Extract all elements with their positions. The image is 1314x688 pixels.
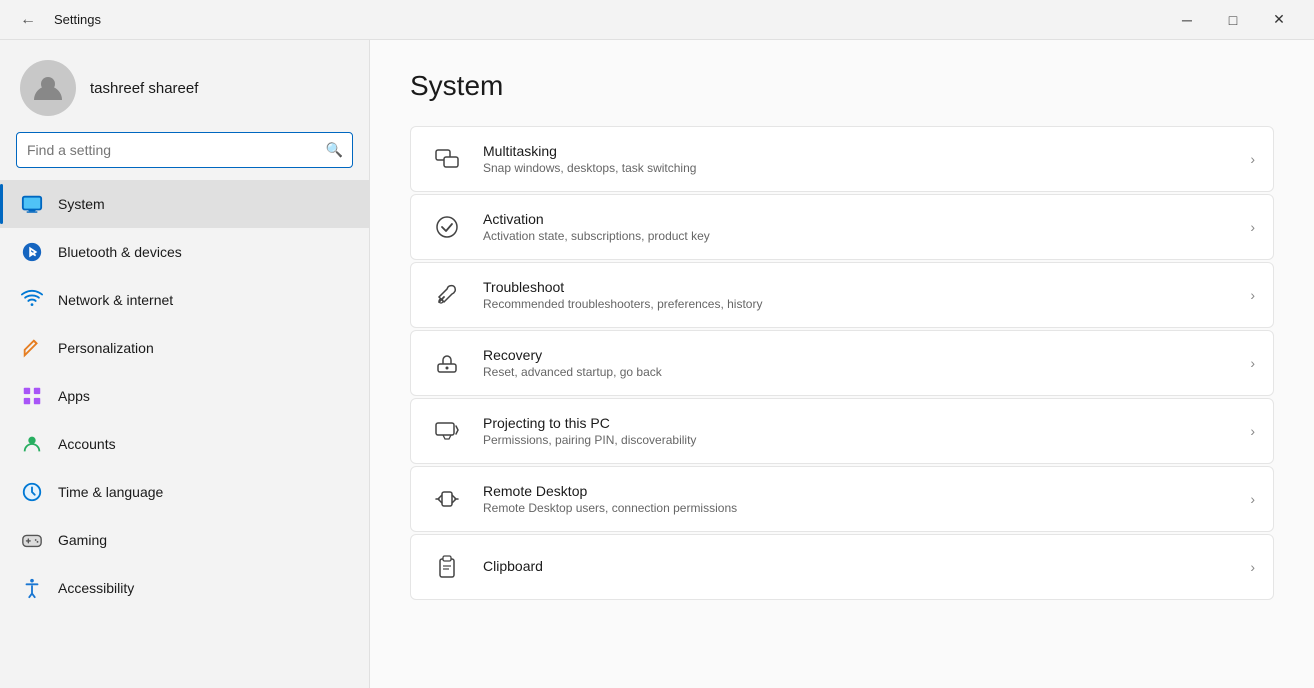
setting-title-recovery: Recovery	[483, 347, 1232, 363]
time-icon	[20, 480, 44, 504]
setting-text-recovery: Recovery Reset, advanced startup, go bac…	[483, 347, 1232, 379]
settings-list: Multitasking Snap windows, desktops, tas…	[410, 126, 1274, 600]
setting-text-multitasking: Multitasking Snap windows, desktops, tas…	[483, 143, 1232, 175]
accessibility-icon	[20, 576, 44, 600]
projecting-icon	[429, 413, 465, 449]
recovery-icon	[429, 345, 465, 381]
sidebar-item-system[interactable]: System	[0, 180, 369, 228]
minimize-button[interactable]: ─	[1164, 4, 1210, 36]
chevron-icon-activation: ›	[1250, 219, 1255, 235]
clipboard-icon	[429, 549, 465, 585]
user-name: tashreef shareef	[90, 80, 198, 97]
multitasking-icon	[429, 141, 465, 177]
title-bar-left: ← Settings	[12, 4, 101, 36]
setting-desc-activation: Activation state, subscriptions, product…	[483, 229, 1232, 243]
sidebar-item-personalization[interactable]: Personalization	[0, 324, 369, 372]
search-icon: 🔍	[326, 142, 343, 159]
setting-text-troubleshoot: Troubleshoot Recommended troubleshooters…	[483, 279, 1232, 311]
troubleshoot-icon	[429, 277, 465, 313]
network-icon	[20, 288, 44, 312]
setting-text-remote-desktop: Remote Desktop Remote Desktop users, con…	[483, 483, 1232, 515]
setting-item-troubleshoot[interactable]: Troubleshoot Recommended troubleshooters…	[410, 262, 1274, 328]
setting-title-clipboard: Clipboard	[483, 558, 1232, 574]
setting-text-projecting: Projecting to this PC Permissions, pairi…	[483, 415, 1232, 447]
setting-desc-troubleshoot: Recommended troubleshooters, preferences…	[483, 297, 1232, 311]
chevron-icon-troubleshoot: ›	[1250, 287, 1255, 303]
setting-item-recovery[interactable]: Recovery Reset, advanced startup, go bac…	[410, 330, 1274, 396]
setting-desc-recovery: Reset, advanced startup, go back	[483, 365, 1232, 379]
close-button[interactable]: ✕	[1256, 4, 1302, 36]
setting-desc-remote-desktop: Remote Desktop users, connection permiss…	[483, 501, 1232, 515]
sidebar-item-label-time: Time & language	[58, 484, 163, 500]
sidebar-item-label-apps: Apps	[58, 388, 90, 404]
chevron-icon-multitasking: ›	[1250, 151, 1255, 167]
setting-text-activation: Activation Activation state, subscriptio…	[483, 211, 1232, 243]
app-title: Settings	[54, 12, 101, 27]
window-controls: ─ □ ✕	[1164, 4, 1302, 36]
title-bar: ← Settings ─ □ ✕	[0, 0, 1314, 40]
setting-desc-multitasking: Snap windows, desktops, task switching	[483, 161, 1232, 175]
setting-item-remote-desktop[interactable]: Remote Desktop Remote Desktop users, con…	[410, 466, 1274, 532]
back-button[interactable]: ←	[12, 4, 44, 36]
chevron-icon-projecting: ›	[1250, 423, 1255, 439]
sidebar-item-accounts[interactable]: Accounts	[0, 420, 369, 468]
setting-item-multitasking[interactable]: Multitasking Snap windows, desktops, tas…	[410, 126, 1274, 192]
maximize-button[interactable]: □	[1210, 4, 1256, 36]
avatar	[20, 60, 76, 116]
accounts-icon	[20, 432, 44, 456]
apps-icon	[20, 384, 44, 408]
setting-item-clipboard[interactable]: Clipboard ›	[410, 534, 1274, 600]
page-title: System	[410, 70, 1274, 102]
sidebar-item-network[interactable]: Network & internet	[0, 276, 369, 324]
search-input[interactable]	[16, 132, 353, 168]
chevron-icon-recovery: ›	[1250, 355, 1255, 371]
main-content: System Multitasking Snap windows, deskto…	[370, 40, 1314, 688]
setting-title-projecting: Projecting to this PC	[483, 415, 1232, 431]
sidebar-item-label-gaming: Gaming	[58, 532, 107, 548]
search-box: 🔍	[16, 132, 353, 168]
activation-icon	[429, 209, 465, 245]
sidebar: tashreef shareef 🔍 System	[0, 40, 370, 688]
sidebar-item-label-system: System	[58, 196, 105, 212]
sidebar-nav: System Bluetooth & devices	[0, 180, 369, 612]
user-section: tashreef shareef	[0, 40, 369, 132]
setting-text-clipboard: Clipboard	[483, 558, 1232, 576]
sidebar-item-label-network: Network & internet	[58, 292, 173, 308]
sidebar-item-gaming[interactable]: Gaming	[0, 516, 369, 564]
setting-desc-projecting: Permissions, pairing PIN, discoverabilit…	[483, 433, 1232, 447]
setting-title-activation: Activation	[483, 211, 1232, 227]
chevron-icon-remote-desktop: ›	[1250, 491, 1255, 507]
remote-desktop-icon	[429, 481, 465, 517]
setting-title-remote-desktop: Remote Desktop	[483, 483, 1232, 499]
sidebar-item-time[interactable]: Time & language	[0, 468, 369, 516]
setting-title-troubleshoot: Troubleshoot	[483, 279, 1232, 295]
system-icon	[20, 192, 44, 216]
personalization-icon	[20, 336, 44, 360]
sidebar-item-label-bluetooth: Bluetooth & devices	[58, 244, 182, 260]
sidebar-item-label-accessibility: Accessibility	[58, 580, 134, 596]
chevron-icon-clipboard: ›	[1250, 559, 1255, 575]
bluetooth-icon	[20, 240, 44, 264]
sidebar-item-apps[interactable]: Apps	[0, 372, 369, 420]
app-body: tashreef shareef 🔍 System	[0, 40, 1314, 688]
setting-item-activation[interactable]: Activation Activation state, subscriptio…	[410, 194, 1274, 260]
gaming-icon	[20, 528, 44, 552]
sidebar-item-bluetooth[interactable]: Bluetooth & devices	[0, 228, 369, 276]
setting-item-projecting[interactable]: Projecting to this PC Permissions, pairi…	[410, 398, 1274, 464]
sidebar-item-label-accounts: Accounts	[58, 436, 116, 452]
sidebar-item-accessibility[interactable]: Accessibility	[0, 564, 369, 612]
setting-title-multitasking: Multitasking	[483, 143, 1232, 159]
sidebar-item-label-personalization: Personalization	[58, 340, 154, 356]
